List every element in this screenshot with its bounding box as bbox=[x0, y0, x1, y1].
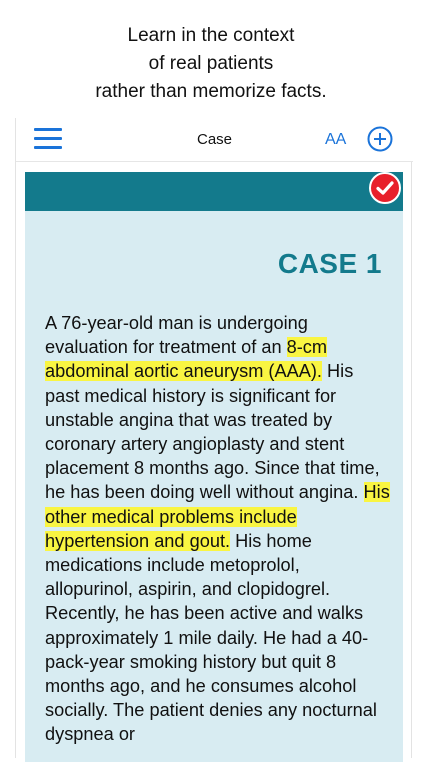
case-title: CASE 1 bbox=[277, 248, 382, 279]
navigation-bar: Case AA bbox=[16, 118, 413, 162]
promo-caption: Learn in the context of real patients ra… bbox=[0, 22, 422, 106]
plus-circle-icon[interactable] bbox=[367, 126, 393, 152]
case-card: CASE 1 A 76-year-old man is undergoing e… bbox=[25, 172, 403, 762]
promo-line-1: Learn in the context bbox=[127, 25, 295, 46]
promo-line-3: rather than memorize facts. bbox=[95, 81, 327, 102]
case-description: A 76-year-old man is undergoing evaluati… bbox=[45, 311, 390, 747]
case-card-header bbox=[25, 172, 403, 211]
check-circle-icon[interactable] bbox=[369, 172, 401, 204]
case-text-segment: A 76-year-old man is undergoing evaluati… bbox=[45, 313, 308, 358]
nav-title: Case bbox=[196, 131, 233, 148]
promo-line-2: of real patients bbox=[148, 53, 274, 74]
app-screen: Case AA CASE 1 A 76-year-old man is unde… bbox=[15, 118, 413, 762]
case-text-segment: His past medical history is significant … bbox=[45, 361, 380, 503]
case-text-segment: His home medications include metoprolol,… bbox=[45, 530, 377, 745]
font-size-button[interactable]: AA bbox=[325, 131, 346, 149]
